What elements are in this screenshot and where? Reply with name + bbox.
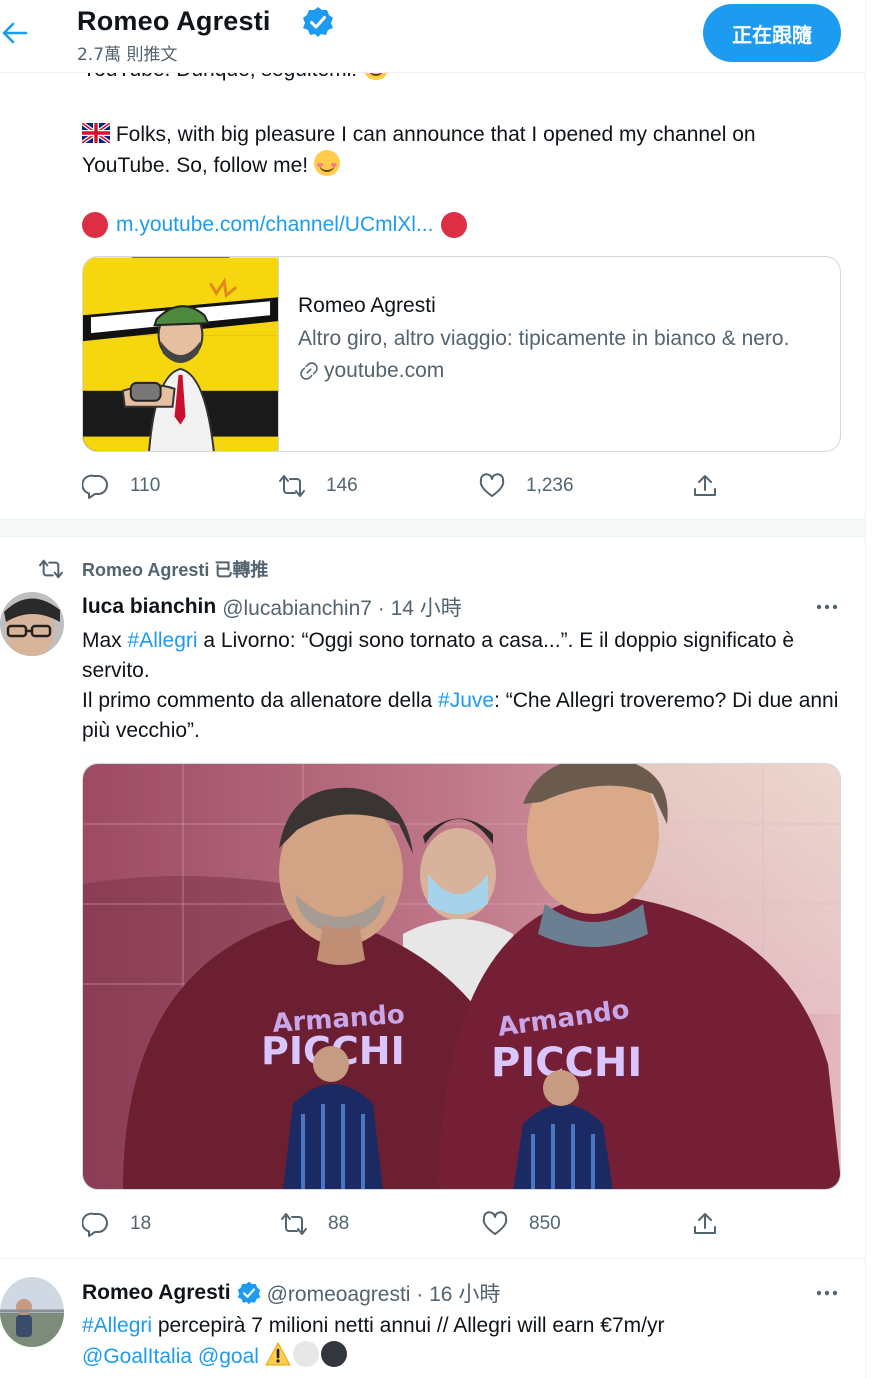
author-name[interactable]: Romeo Agresti: [82, 1281, 231, 1305]
share-button[interactable]: [691, 469, 719, 503]
card-title: Romeo Agresti: [298, 294, 436, 317]
tweet3-header: Romeo Agresti @romeoagresti · 16 小時: [82, 1278, 500, 1308]
mention-goalitalia[interactable]: @GoalItalia: [82, 1345, 192, 1368]
like-button[interactable]: 1,236: [478, 469, 574, 503]
channel-thumbnail: [83, 257, 279, 451]
share-icon: [694, 1213, 716, 1234]
back-button[interactable]: [0, 16, 30, 50]
reply-icon: [82, 474, 108, 499]
like-icon: [482, 1211, 508, 1235]
white-circle-emoji-icon: [292, 1341, 319, 1367]
share-button[interactable]: [691, 1207, 719, 1241]
like-icon: [479, 473, 505, 497]
retweet-count: 88: [328, 1213, 350, 1234]
red-circle-emoji-icon: [441, 212, 468, 238]
retweet-button[interactable]: 146: [278, 469, 358, 503]
avatar-photo: [0, 592, 64, 656]
card-domain: youtube.com: [298, 356, 789, 386]
avatar[interactable]: [0, 1277, 64, 1347]
black-circle-emoji-icon: [320, 1341, 347, 1367]
like-count: 850: [529, 1213, 561, 1234]
tweet1-actions: 110 146 1,236: [82, 469, 722, 503]
avatar-photo: [0, 1277, 64, 1347]
retweet-count: 146: [326, 475, 358, 496]
card-body: Romeo Agresti Altro giro, altro viaggio:…: [279, 257, 809, 451]
hashtag-allegri[interactable]: #Allegri: [82, 1314, 152, 1337]
author-handle[interactable]: @romeoagresti · 16 小時: [267, 1278, 501, 1308]
retweet-icon: [281, 1213, 307, 1235]
share-icon: [694, 475, 716, 496]
more-icon[interactable]: [810, 1283, 844, 1303]
hashtag-juve[interactable]: #Juve: [438, 689, 494, 712]
verified-badge-icon: [303, 7, 333, 37]
card-description: Altro giro, altro viaggio: tipicamente i…: [298, 327, 790, 350]
red-circle-emoji-icon: [82, 212, 108, 238]
more-icon[interactable]: [810, 597, 844, 617]
retweet-button[interactable]: 88: [280, 1207, 349, 1241]
following-button[interactable]: 正在跟隨: [703, 4, 841, 62]
link-preview-card[interactable]: Romeo Agresti Altro giro, altro viaggio:…: [82, 256, 841, 452]
back-arrow-icon: [2, 22, 28, 44]
tweet2-header: luca bianchin @lucabianchin7 · 14 小時: [82, 592, 462, 622]
tweet-count: 2.7萬 則推文: [77, 45, 178, 65]
mention-goal[interactable]: @goal: [198, 1345, 259, 1368]
author-name[interactable]: luca bianchin: [82, 595, 216, 619]
avatar[interactable]: [0, 592, 64, 656]
timeline-page: Romeo Agresti 2.7萬 則推文 正在跟隨 YouTube. Dun…: [0, 0, 866, 1378]
uk-flag-icon: [82, 123, 110, 143]
youtube-link[interactable]: m.youtube.com/channel/UCmlXl...: [116, 210, 433, 240]
retweet-icon: [279, 475, 305, 497]
hashtag-allegri[interactable]: #Allegri: [128, 629, 198, 652]
tweet2-text: Max #Allegri a Livorno: “Oggi sono torna…: [82, 629, 839, 742]
warning-emoji-icon: [264, 1341, 291, 1366]
reply-count: 110: [130, 475, 161, 496]
verified-badge-icon: [237, 1281, 260, 1305]
retweet-context[interactable]: Romeo Agresti 已轉推: [38, 556, 268, 582]
tweet3-text: #Allegri percepirà 7 milioni netti annui…: [82, 1314, 665, 1368]
page-title: Romeo Agresti: [77, 6, 271, 36]
like-count: 1,236: [526, 475, 574, 496]
tweet-divider: [0, 1258, 865, 1259]
tweet-text-english: Folks, with big pleasure I can announce …: [82, 123, 756, 177]
profile-header: Romeo Agresti 2.7萬 則推文 正在跟隨: [0, 0, 865, 73]
like-button[interactable]: 850: [481, 1207, 561, 1241]
reply-button[interactable]: 18: [82, 1207, 151, 1241]
tweet2-actions: 18 88 850: [82, 1207, 722, 1241]
tweet-photo[interactable]: Armando PICCHI Armando PICCHI: [82, 763, 841, 1190]
link-icon: [300, 362, 318, 380]
section-separator: [0, 519, 865, 537]
reply-icon: [82, 1212, 108, 1237]
retweet-icon: [38, 559, 64, 579]
reply-button[interactable]: 110: [82, 469, 160, 503]
youtube-link-line: m.youtube.com/channel/UCmlXl...: [82, 209, 468, 241]
photo-image: Armando PICCHI Armando PICCHI: [83, 764, 840, 1189]
reply-count: 18: [130, 1213, 152, 1234]
author-handle[interactable]: @lucabianchin7 · 14 小時: [222, 592, 462, 622]
smiling-face-emoji-icon: [313, 150, 340, 176]
